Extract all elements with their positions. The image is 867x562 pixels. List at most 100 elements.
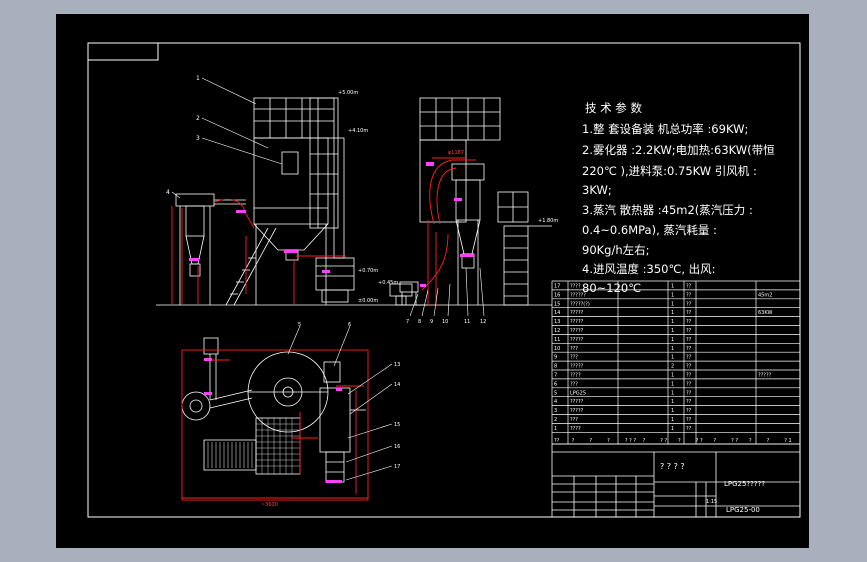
bom-row-name: ??? (570, 346, 578, 352)
notes-line-7: 90Kg/h左右; (582, 243, 650, 257)
corner-box (87, 42, 159, 61)
drawing-title: ? ? ? ? (660, 462, 685, 471)
title-header-cell: ? (713, 438, 716, 444)
callout-5: 5 (298, 322, 301, 328)
title-header-cell: ?? (554, 438, 560, 444)
bom-row-no: 13 (554, 319, 560, 325)
elevation-070: +0.70m (358, 268, 378, 274)
bom-row-qty: 1 (671, 319, 674, 325)
bom-row-name: ??? (570, 381, 578, 387)
dimension-3600: ~3600 (261, 502, 278, 508)
notes-line-6: 0.4~0.6MPa), 蒸汽耗量 : (582, 223, 717, 237)
elevation-180: +1.80m (538, 218, 558, 224)
bom-row-no: 2 (554, 417, 557, 423)
bom-row-qty: 1 (671, 337, 674, 343)
bom-row-note: ????? (758, 373, 772, 379)
diameter-1187: φ1187 (448, 150, 464, 156)
bom-row-name: ?????? (570, 292, 586, 298)
callout-11: 11 (464, 319, 470, 325)
bom-row-name: ???? (570, 373, 581, 379)
bom-row-qty: 1 (671, 390, 674, 396)
bom-row-material: ?? (686, 284, 692, 290)
title-header-cell: ? (678, 438, 681, 444)
bom-row-no: 9 (554, 355, 557, 361)
side-leaders (409, 267, 485, 317)
bom-row-no: 15 (554, 301, 560, 307)
title-header-cell: ? ? (660, 438, 667, 444)
bom-row-material: ?? (686, 364, 692, 370)
inner-frame (87, 42, 801, 518)
bom-row-no: 6 (554, 381, 557, 387)
title-header-cell: ? (643, 438, 646, 444)
bom-row-material: ?? (686, 292, 692, 298)
callout-4: 4 (166, 189, 170, 196)
bom-row-note: 45m2 (758, 292, 772, 298)
bom-row-material: ?? (686, 373, 692, 379)
bom-row-material: ?? (686, 381, 692, 387)
title-header-cell: ? (749, 438, 752, 444)
bom-row-no: 4 (554, 399, 557, 405)
bom-row-name: ?????(?) (570, 301, 590, 307)
bom-row-no: 10 (554, 346, 560, 352)
notes-line-1: 1.整 套设备装 机总功率 :69KW; (582, 122, 748, 136)
front-dimensions (171, 198, 346, 304)
bom-row-name: LPG25 (570, 390, 586, 396)
title-header-cell: ? (589, 438, 592, 444)
notes-line-3: 220℃ ),进料泵:0.75KW 引风机 : (582, 164, 757, 178)
bom-row-qty: 1 (671, 301, 674, 307)
bom-row-no: 16 (554, 292, 560, 298)
bom-row-name: ????? (570, 328, 584, 334)
elevation-500: +5.00m (338, 90, 358, 96)
bom-table: 17???? 1 ??16?????? 1?? 45m215 ?????(?) 1 ??14?… (551, 280, 801, 445)
bom-row-qty: 1 (671, 346, 674, 352)
title-header-cell: ? 1 (784, 438, 791, 444)
callout-1: 1 (196, 75, 200, 82)
bom-row-no: 8 (554, 364, 557, 370)
bom-row-qty: 1 (671, 408, 674, 414)
bom-row-qty: 2 (671, 364, 674, 370)
bom-row-material: ?? (686, 319, 692, 325)
callout-7: 7 (406, 319, 409, 325)
title-header-cell: ? (572, 438, 575, 444)
elevation-410: +4.10m (348, 128, 368, 134)
bom-row-name: ????? (570, 399, 584, 405)
bom-row-qty: 1 (671, 417, 674, 423)
bom-row-qty: 1 (671, 381, 674, 387)
bom-row-material: ?? (686, 417, 692, 423)
callout-6: 6 (348, 322, 351, 328)
elevation-045: +0.45m (378, 280, 398, 286)
notes-line-9: 80~120℃ (582, 281, 641, 295)
title-header-cell: ? (607, 438, 610, 444)
bom-row-material: ?? (686, 399, 692, 405)
callout-13: 13 (394, 362, 400, 368)
bom-row-no: 3 (554, 408, 557, 414)
bom-row-qty: 1 (671, 328, 674, 334)
bom-row-name: ???? (570, 426, 581, 432)
bom-row-name: ????? (570, 364, 584, 370)
bom-row-no: 14 (554, 310, 560, 316)
notes-line-2: 2.雾化器 :2.2KW;电加热:63KW(带恒 (582, 143, 775, 157)
bom-row-qty: 1 (671, 373, 674, 379)
plan-leaders (287, 325, 393, 481)
bom-row-material: ?? (686, 355, 692, 361)
callout-2: 2 (196, 115, 200, 122)
bom-row-no: 7 (554, 373, 557, 379)
bom-row-material: ?? (686, 337, 692, 343)
bom-row-qty: 1 (671, 355, 674, 361)
callout-8: 8 (418, 319, 421, 325)
bom-row-no: 17 (554, 284, 560, 290)
callout-16: 16 (394, 444, 400, 450)
bom-row-name: ??? (570, 355, 578, 361)
drawing-sheet: 1 2 3 4 +5.00m +4.10m +0.70m +0.45m ±0.0… (56, 14, 809, 548)
bom-row-qty: 1 (671, 399, 674, 405)
bom-row-material: ?? (686, 346, 692, 352)
title-header-cell: ? ? (731, 438, 738, 444)
cad-drawing: 1 2 3 4 +5.00m +4.10m +0.70m +0.45m ±0.0… (87, 42, 801, 518)
technical-notes: 技 术 参 数 1.整 套设备装 机总功率 :69KW; 2.雾化器 :2.2K… (582, 101, 775, 295)
title-header-cell: ? ? ? (625, 438, 636, 444)
bom-row-qty: 1 (671, 310, 674, 316)
bom-row-material: ?? (686, 310, 692, 316)
bom-row-qty: 1 (671, 426, 674, 432)
bom-row-name: ????? (570, 319, 584, 325)
notes-line-5: 3.蒸汽 散热器 :45m2(蒸汽压力 : (582, 203, 753, 217)
